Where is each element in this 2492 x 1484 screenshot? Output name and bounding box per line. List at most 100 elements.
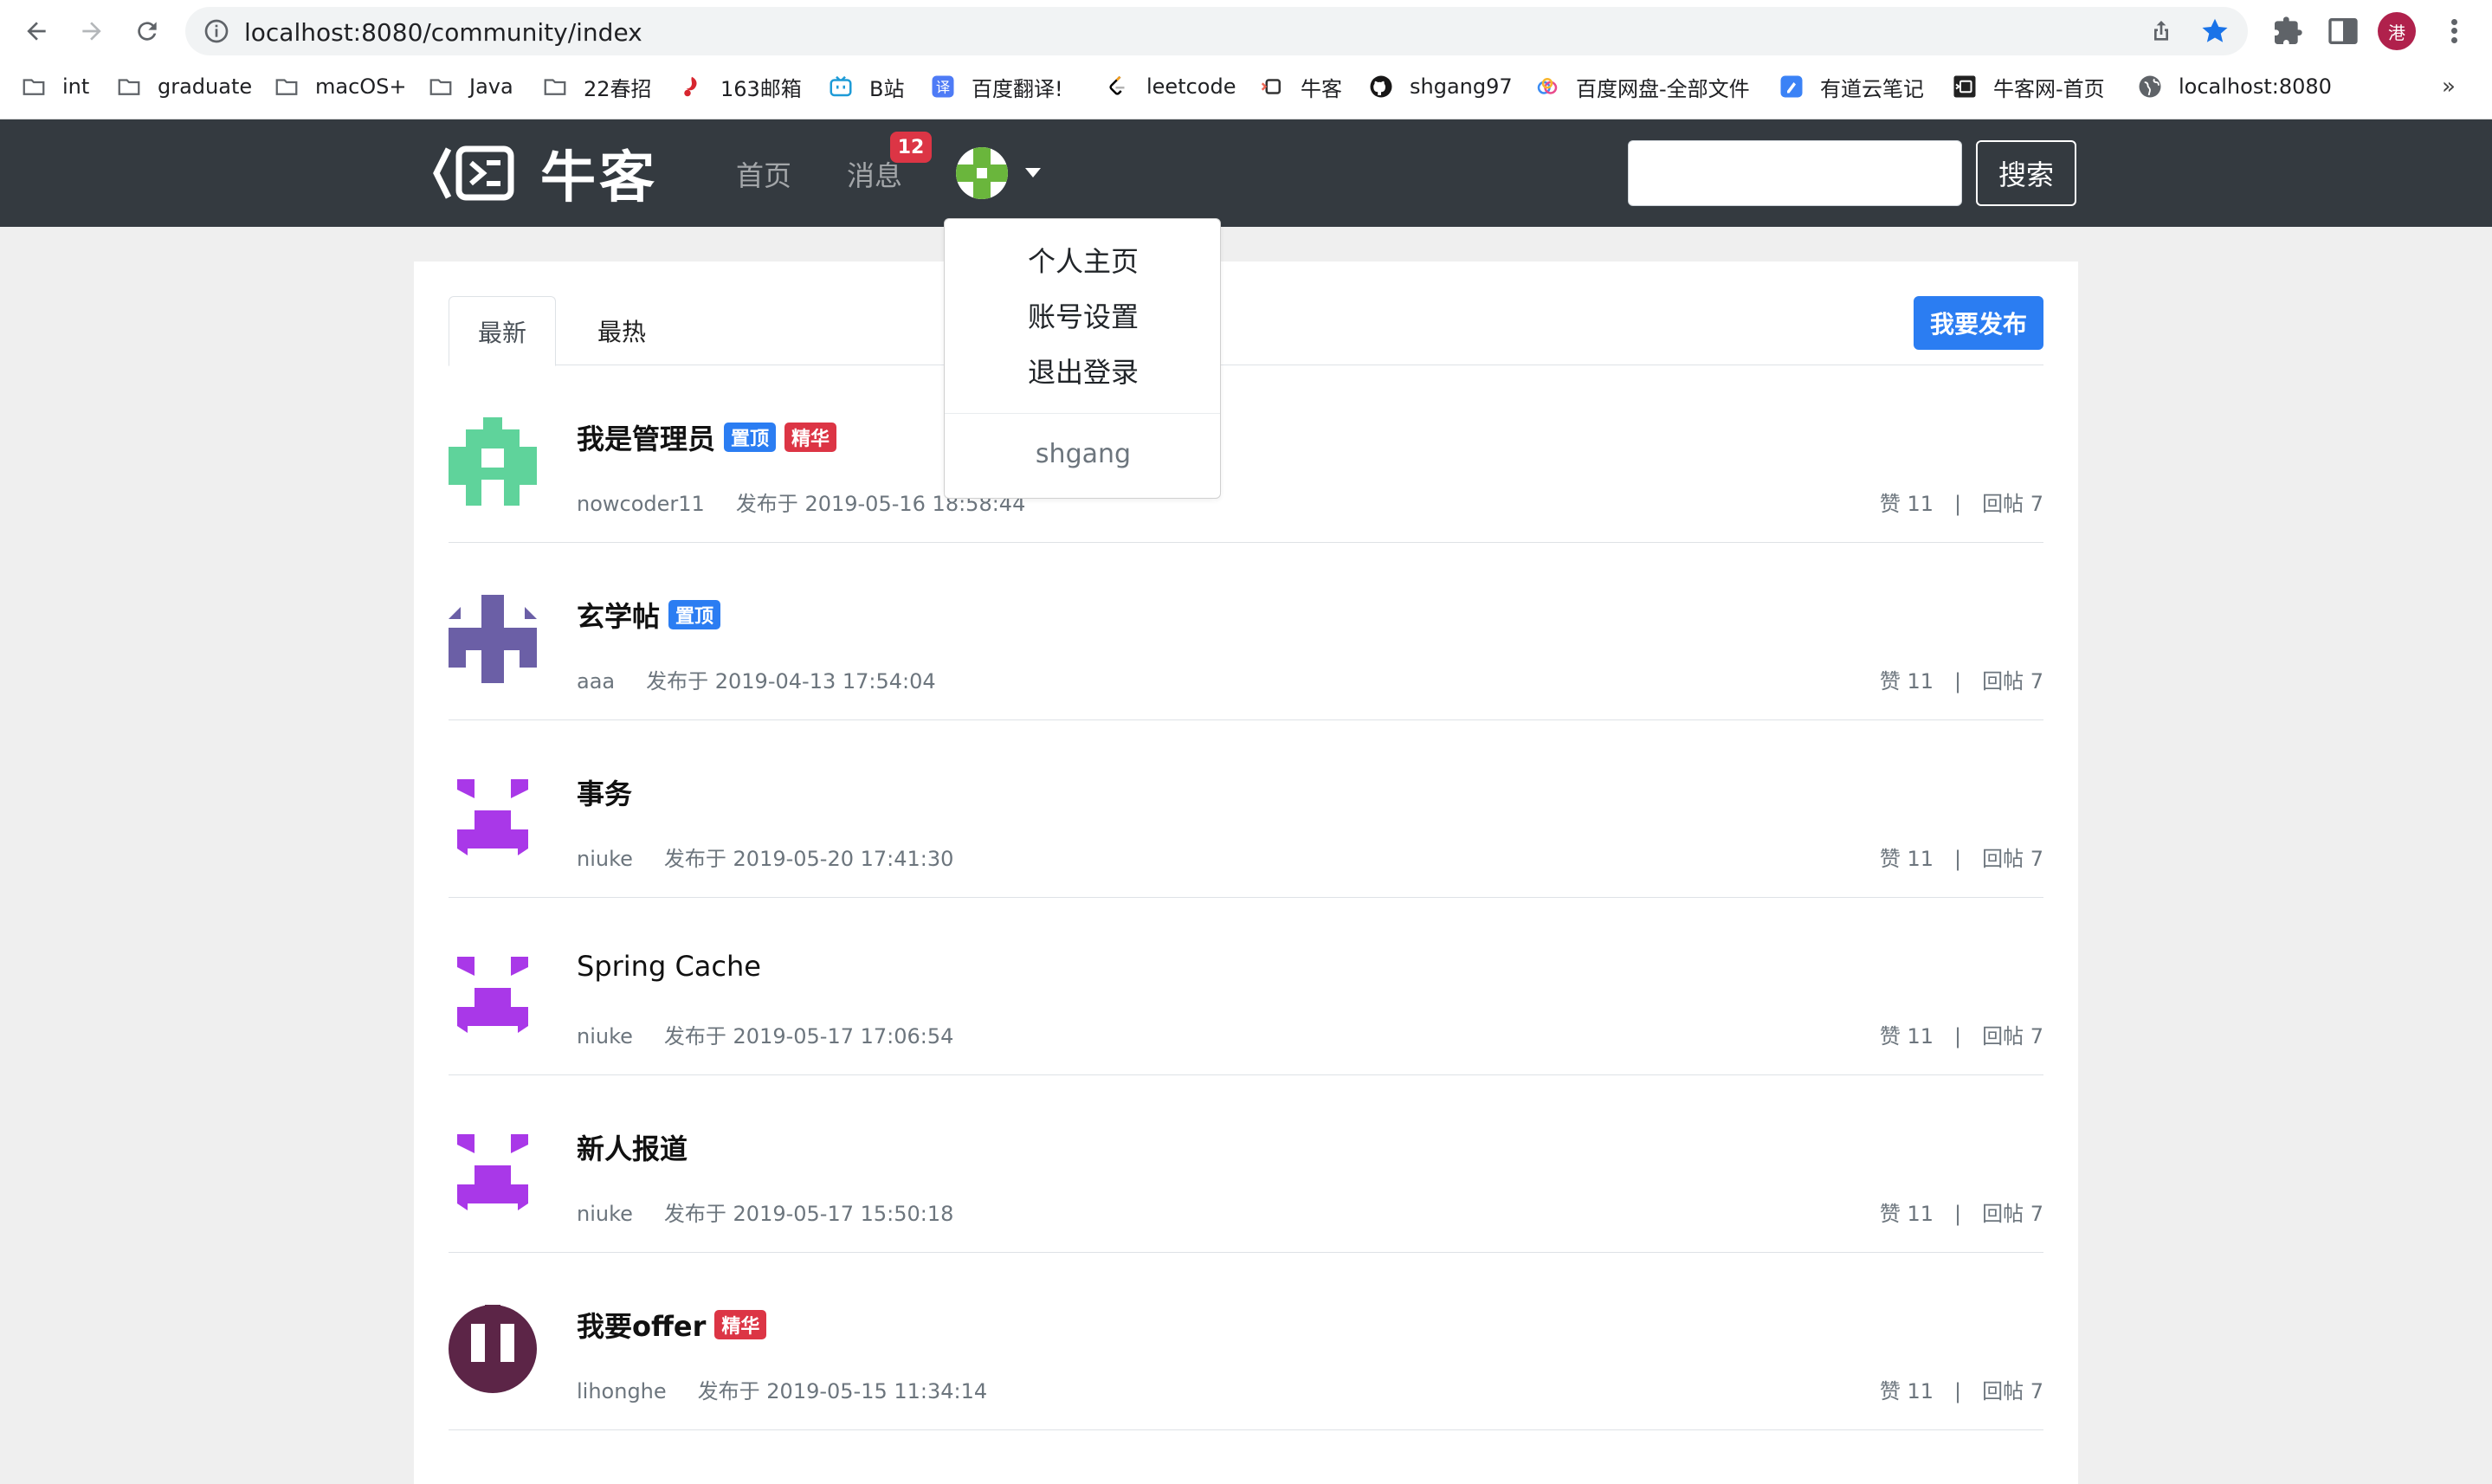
post-title-text[interactable]: 玄学帖 (577, 595, 660, 635)
bookmark-label: int (62, 74, 90, 99)
search-input[interactable] (1628, 140, 1962, 206)
post-author[interactable]: niuke (577, 1024, 633, 1048)
globe-icon (2137, 74, 2163, 100)
stats-separator: | (1954, 1379, 1962, 1403)
extensions-icon[interactable] (2270, 14, 2305, 48)
post-meta: niuke 发布于 2019-05-17 15:50:18 (577, 1197, 953, 1227)
search-button[interactable]: 搜索 (1976, 140, 2076, 206)
identicon-avatar-icon[interactable] (449, 1305, 537, 1393)
back-button[interactable] (17, 12, 55, 50)
caret-down-icon[interactable] (1025, 168, 1041, 177)
post-item[interactable]: Spring Cache niuke 发布于 2019-05-17 17:06:5… (449, 898, 2043, 1075)
post-title[interactable]: 玄学帖 置顶 (577, 595, 721, 635)
identicon-avatar-icon[interactable] (449, 595, 537, 683)
post-item[interactable]: 新人报道 niuke 发布于 2019-05-17 15:50:18 赞 11 | 回… (449, 1075, 2043, 1253)
bookmark-label: 有道云笔记 (1820, 76, 1924, 101)
bookmark-nowcoder-home[interactable]: 牛客网-首页 (1952, 68, 2105, 106)
address-bar[interactable]: localhost:8080/community/index (185, 7, 2248, 55)
nav-home-link[interactable]: 首页 (736, 154, 791, 194)
bookmark-22chunzhao[interactable]: 22春招 (542, 68, 652, 106)
like-count: 赞 11 (1879, 1024, 1934, 1048)
bookmark-bilibili[interactable]: B站 (828, 68, 904, 106)
dropdown-item-profile[interactable]: 个人主页 (945, 240, 1222, 280)
bookmark-github[interactable]: shgang97 (1368, 68, 1513, 106)
folder-icon (21, 74, 47, 100)
bookmark-localhost[interactable]: localhost:8080 (2137, 68, 2332, 106)
tab-hottest[interactable]: 最热 (570, 296, 674, 365)
svg-text:译: 译 (936, 79, 950, 95)
bookmark-java[interactable]: Java (428, 68, 513, 106)
post-author[interactable]: lihonghe (577, 1379, 667, 1403)
identicon-avatar-icon[interactable] (449, 772, 537, 861)
bookmark-star-icon[interactable] (2199, 16, 2231, 47)
identicon-avatar-icon[interactable] (449, 417, 537, 506)
post-title[interactable]: 我是管理员 置顶 精华 (577, 417, 837, 457)
identicon-avatar-icon[interactable] (449, 950, 537, 1038)
post-title[interactable]: 我要offer 精华 (577, 1305, 767, 1345)
dropdown-item-logout[interactable]: 退出登录 (945, 351, 1222, 390)
post-date: 发布于 2019-05-17 17:06:54 (663, 1024, 954, 1048)
like-count: 赞 11 (1879, 669, 1934, 694)
bookmark-label: 百度网盘-全部文件 (1576, 76, 1750, 101)
post-title-text[interactable]: Spring Cache (577, 950, 761, 983)
post-author[interactable]: nowcoder11 (577, 492, 705, 516)
bookmark-int[interactable]: int (21, 68, 89, 106)
browser-toolbar: localhost:8080/community/index 港 int gra… (0, 0, 2492, 119)
bookmark-leetcode[interactable]: leetcode (1105, 68, 1236, 106)
post-meta: niuke 发布于 2019-05-17 17:06:54 (577, 1019, 953, 1049)
bookmark-baidu-translate[interactable]: 译 百度翻译! (930, 68, 1063, 106)
tab-latest[interactable]: 最新 (449, 296, 556, 366)
bookmark-graduate[interactable]: graduate (116, 68, 252, 106)
post-meta: aaa 发布于 2019-04-13 17:54:04 (577, 664, 936, 694)
post-title-text[interactable]: 我要offer (577, 1305, 706, 1345)
like-count: 赞 11 (1879, 1202, 1934, 1226)
reply-count: 回帖 7 (1982, 1379, 2043, 1403)
menu-kebab-icon[interactable] (2444, 12, 2464, 50)
post-author[interactable]: aaa (577, 669, 615, 694)
post-item[interactable]: 我要offer 精华 lihonghe 发布于 2019-05-15 11:34:… (449, 1253, 2043, 1430)
post-date: 发布于 2019-05-20 17:41:30 (663, 847, 954, 871)
side-panel-icon[interactable] (2326, 14, 2360, 48)
stats-separator: | (1954, 1202, 1962, 1226)
share-icon[interactable] (2147, 17, 2175, 45)
bookmark-youdao-note[interactable]: 有道云笔记 (1779, 68, 1924, 106)
post-item[interactable]: 我是管理员 置顶 精华 nowcoder11 发布于 2019-05-16 18:… (449, 365, 2043, 543)
forward-button[interactable] (73, 12, 111, 50)
dropdown-item-settings[interactable]: 账号设置 (945, 295, 1222, 335)
post-list-card: 最新 最热 我要发布 我是管理员 置顶 精华 nowcoder11 发布于 201… (414, 261, 2078, 1484)
nowcoder-icon (1259, 74, 1285, 100)
info-icon[interactable] (203, 17, 230, 45)
post-item[interactable]: 事务 niuke 发布于 2019-05-20 17:41:30 赞 11 | 回帖 … (449, 720, 2043, 898)
bookmark-nowcoder[interactable]: 牛客 (1259, 68, 1342, 106)
post-title-text[interactable]: 新人报道 (577, 1127, 688, 1167)
featured-badge: 精华 (784, 423, 837, 452)
bookmark-label: 百度翻译! (972, 76, 1063, 101)
post-author[interactable]: niuke (577, 847, 633, 871)
youdao-note-icon (1779, 74, 1804, 100)
url-text[interactable]: localhost:8080/community/index (244, 18, 642, 47)
reload-button[interactable] (128, 12, 166, 50)
reply-count: 回帖 7 (1982, 669, 2043, 694)
post-author[interactable]: niuke (577, 1202, 633, 1226)
post-stats: 赞 11 | 回帖 7 (1880, 1019, 2043, 1049)
publish-button[interactable]: 我要发布 (1914, 296, 2043, 350)
post-stats: 赞 11 | 回帖 7 (1880, 487, 2043, 517)
post-title[interactable]: 事务 (577, 772, 632, 812)
bookmark-baidu-netdisk[interactable]: 百度网盘-全部文件 (1534, 68, 1750, 106)
post-meta: niuke 发布于 2019-05-20 17:41:30 (577, 842, 953, 872)
post-title[interactable]: 新人报道 (577, 1127, 688, 1167)
user-avatar[interactable] (956, 147, 1008, 199)
post-title-text[interactable]: 事务 (577, 772, 632, 812)
post-item[interactable]: 玄学帖 置顶 aaa 发布于 2019-04-13 17:54:04 赞 11 | 回… (449, 543, 2043, 720)
more-bookmarks-button[interactable]: » (2442, 68, 2456, 106)
site-logo[interactable]: 牛客 (433, 137, 658, 210)
bookmark-macos[interactable]: macOS+ (274, 68, 407, 106)
post-title[interactable]: Spring Cache (577, 950, 761, 983)
bookmark-163mail[interactable]: 163邮箱 (679, 68, 802, 106)
post-title-text[interactable]: 我是管理员 (577, 417, 715, 457)
stats-separator: | (1954, 669, 1962, 694)
profile-avatar[interactable]: 港 (2378, 12, 2416, 50)
identicon-avatar-icon[interactable] (449, 1127, 537, 1216)
github-icon (1368, 74, 1394, 100)
bookmark-label: B站 (869, 76, 905, 101)
